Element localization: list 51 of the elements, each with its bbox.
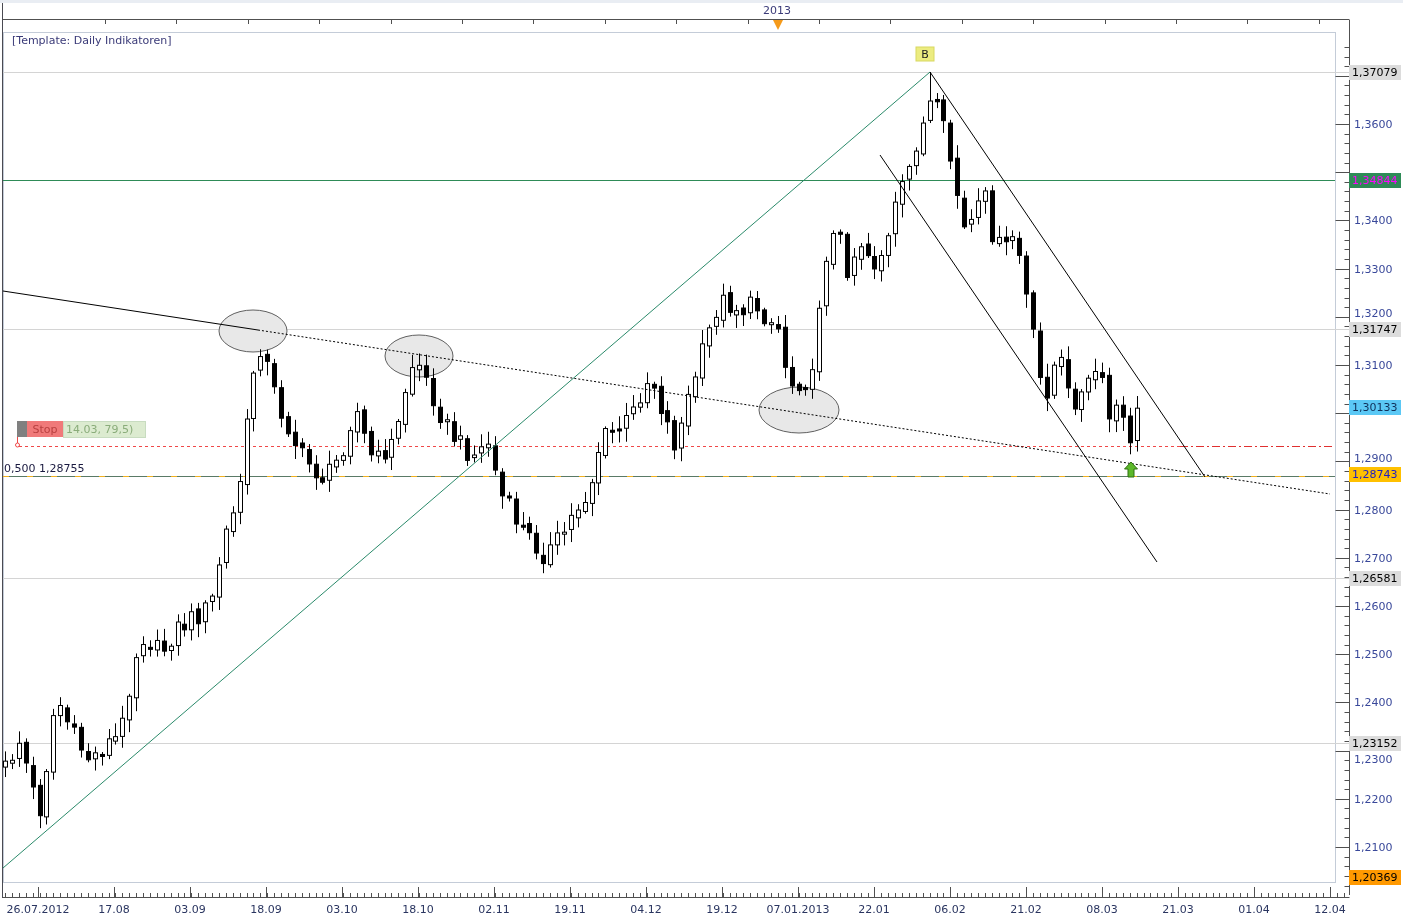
- price-axis-label: 1,2700: [1354, 552, 1393, 565]
- time-axis-label: 19.12: [706, 903, 738, 916]
- highlight-ellipse: [384, 334, 454, 378]
- fib-level-label: 0,500 1,28755: [4, 462, 85, 475]
- time-axis-label: 17.08: [98, 903, 130, 916]
- price-axis-label: 1,2600: [1354, 600, 1393, 613]
- time-axis-label: 18.10: [402, 903, 434, 916]
- price-axis-label: 1,2400: [1354, 696, 1393, 709]
- up-arrow-icon: [1124, 461, 1138, 478]
- time-axis-label: 03.09: [174, 903, 206, 916]
- time-axis-label: 04.12: [630, 903, 662, 916]
- stop-label[interactable]: Stop: [27, 421, 63, 437]
- price-tag: 1,28743: [1349, 467, 1401, 482]
- time-axis-label: 21.02: [1010, 903, 1042, 916]
- price-tag: 1,30133: [1349, 400, 1401, 415]
- time-axis-label: 01.04: [1238, 903, 1270, 916]
- price-tag: 1,31747: [1349, 322, 1401, 337]
- price-axis-label: 1,2100: [1354, 841, 1393, 854]
- price-axis-label: 1,2300: [1354, 753, 1393, 766]
- highlight-ellipse: [218, 309, 288, 353]
- time-axis-label: 22.01: [858, 903, 890, 916]
- drag-handle-icon[interactable]: [17, 421, 27, 437]
- price-axis-label: 1,2800: [1354, 504, 1393, 517]
- price-axis-label: 1,3100: [1354, 359, 1393, 372]
- price-tag: 1,37079: [1349, 65, 1401, 80]
- price-tag: 1,23152: [1349, 736, 1401, 751]
- price-tag: 1,26581: [1349, 571, 1401, 586]
- price-tag: 1,20369: [1349, 870, 1401, 885]
- time-axis-label: 07.01.2013: [766, 903, 830, 916]
- stop-order-details: 14.03, 79,5): [63, 421, 146, 438]
- price-axis-label: 1,3600: [1354, 118, 1393, 131]
- time-axis-label: 21.03: [1162, 903, 1194, 916]
- time-axis-label: 03.10: [326, 903, 358, 916]
- time-axis-label: 19.11: [554, 903, 586, 916]
- time-axis-label: 26.07.2012: [6, 903, 70, 916]
- time-axis-label: 06.02: [934, 903, 966, 916]
- price-axis-label: 1,3300: [1354, 263, 1393, 276]
- time-axis-label: 18.09: [250, 903, 282, 916]
- template-label: [Template: Daily Indikatoren]: [12, 34, 172, 47]
- price-tag: 1,34844: [1349, 173, 1401, 188]
- price-axis-label: 1,2900: [1354, 452, 1393, 465]
- time-axis-label: 08.03: [1086, 903, 1118, 916]
- price-axis-label: 1,3400: [1354, 214, 1393, 227]
- time-axis-label: 12.04: [1314, 903, 1346, 916]
- year-label: 2013: [763, 4, 791, 17]
- year-marker-icon: [773, 20, 783, 30]
- price-axis-label: 1,2500: [1354, 648, 1393, 661]
- time-axis-label: 02.11: [478, 903, 510, 916]
- price-axis-label: 1,3200: [1354, 307, 1393, 320]
- pattern-label: B: [915, 46, 935, 62]
- price-axis-label: 1,2200: [1354, 793, 1393, 806]
